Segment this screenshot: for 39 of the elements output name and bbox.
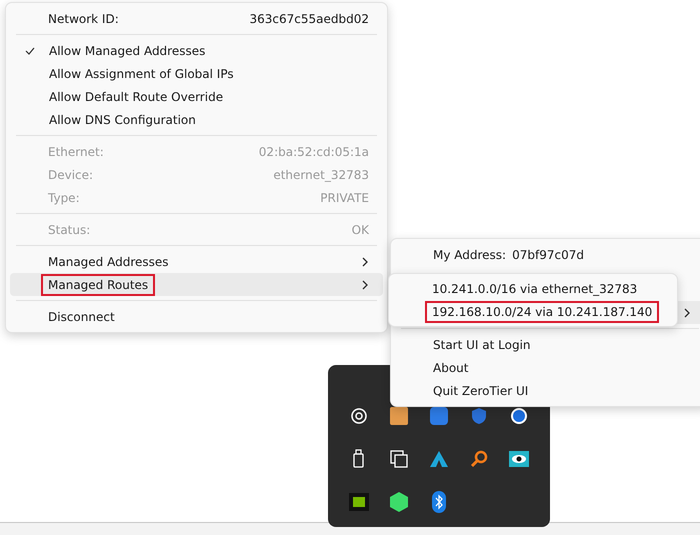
- info-value: OK: [352, 222, 369, 236]
- copy-icon[interactable]: [390, 450, 408, 468]
- info-label: Type:: [48, 190, 80, 204]
- usb-drive-icon[interactable]: [352, 448, 366, 468]
- menu-item[interactable]: Start UI at Login: [395, 333, 700, 356]
- menu-item[interactable]: Allow DNS Configuration: [10, 108, 383, 131]
- triangle-logo-icon[interactable]: [430, 450, 448, 466]
- chevron-right-icon: [362, 256, 369, 266]
- info-label: Device:: [48, 168, 94, 182]
- chevron-right-icon: [362, 280, 369, 290]
- info-value: 02:ba:52:cd:05:1a: [258, 144, 369, 158]
- menu-item[interactable]: Allow Managed Addresses: [10, 39, 383, 62]
- info-label: Ethernet:: [48, 144, 104, 158]
- menu-item[interactable]: Disconnect: [10, 305, 383, 328]
- menu-item[interactable]: Allow Assignment of Global IPs: [10, 62, 383, 85]
- address-value: 07bf97c07d: [512, 248, 584, 262]
- route-item[interactable]: 192.168.10.0/24 via 10.241.187.140: [393, 300, 673, 323]
- menu-item[interactable]: Allow Default Route Override: [10, 85, 383, 108]
- info-value: PRIVATE: [320, 190, 369, 204]
- hexagon-icon[interactable]: [390, 492, 408, 512]
- checkmark-icon: [24, 46, 34, 54]
- menu-item[interactable]: Quit ZeroTier UI: [395, 379, 700, 402]
- info-value: 363c67c55aedbd02: [250, 12, 369, 26]
- submenu-item[interactable]: Managed Addresses: [10, 250, 383, 273]
- menu-item[interactable]: About: [395, 356, 700, 379]
- shield-icon[interactable]: [471, 406, 487, 424]
- info-value: ethernet_32783: [273, 168, 369, 182]
- app-icon[interactable]: [349, 492, 369, 510]
- info-label: Status:: [48, 222, 90, 236]
- check-circle-icon[interactable]: [510, 406, 528, 424]
- bluetooth-icon[interactable]: [432, 490, 446, 512]
- submenu-item[interactable]: Managed Routes: [10, 273, 383, 296]
- address-label: My Address:: [433, 248, 506, 262]
- info-label: Network ID:: [48, 12, 119, 26]
- chevron-right-icon: [684, 308, 691, 318]
- eye-icon[interactable]: [509, 450, 529, 466]
- magnifier-icon[interactable]: [470, 450, 488, 468]
- app-icon[interactable]: [430, 406, 448, 424]
- route-item[interactable]: 10.241.0.0/16 via ethernet_32783: [393, 277, 673, 300]
